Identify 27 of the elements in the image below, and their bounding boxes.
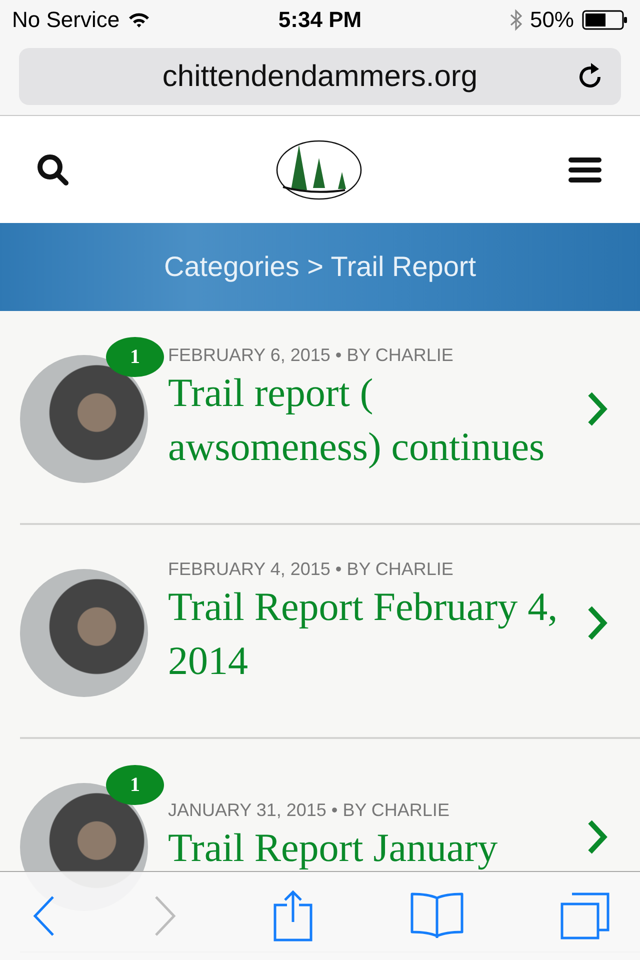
tree-logo-icon[interactable] <box>275 138 363 200</box>
comment-count-badge[interactable]: 1 <box>106 765 164 805</box>
post-title-link[interactable]: Trail Report January <box>168 820 558 874</box>
share-icon[interactable] <box>273 890 313 942</box>
url-text: chittendendammers.org <box>162 60 478 94</box>
address-bar[interactable]: chittendendammers.org <box>19 48 621 105</box>
back-icon[interactable] <box>32 895 56 937</box>
post-meta: FEBRUARY 4, 2015 • BY CHARLIE <box>168 558 454 580</box>
post-title-link[interactable]: Trail report ( awsomeness) continues <box>168 366 558 474</box>
comment-count-badge[interactable]: 1 <box>106 337 164 377</box>
bookmarks-icon[interactable] <box>410 892 464 940</box>
search-icon[interactable] <box>36 152 70 186</box>
battery-icon <box>582 10 628 30</box>
battery-percent: 50% <box>530 7 574 33</box>
tabs-icon[interactable] <box>560 892 610 940</box>
bluetooth-icon <box>510 9 522 31</box>
wifi-icon <box>128 12 150 28</box>
breadcrumb-text: Categories > Trail Report <box>164 251 476 283</box>
menu-icon[interactable] <box>568 156 602 182</box>
chevron-right-icon[interactable] <box>586 819 608 855</box>
chevron-right-icon[interactable] <box>586 605 608 641</box>
post-title-link[interactable]: Trail Report February 4, 2014 <box>168 580 558 688</box>
clock-time: 5:34 PM <box>278 7 362 33</box>
carrier-text: No Service <box>12 7 120 33</box>
post-meta: FEBRUARY 6, 2015 • BY CHARLIE <box>168 344 454 366</box>
post-meta: JANUARY 31, 2015 • BY CHARLIE <box>168 800 450 820</box>
chevron-right-icon[interactable] <box>586 391 608 427</box>
